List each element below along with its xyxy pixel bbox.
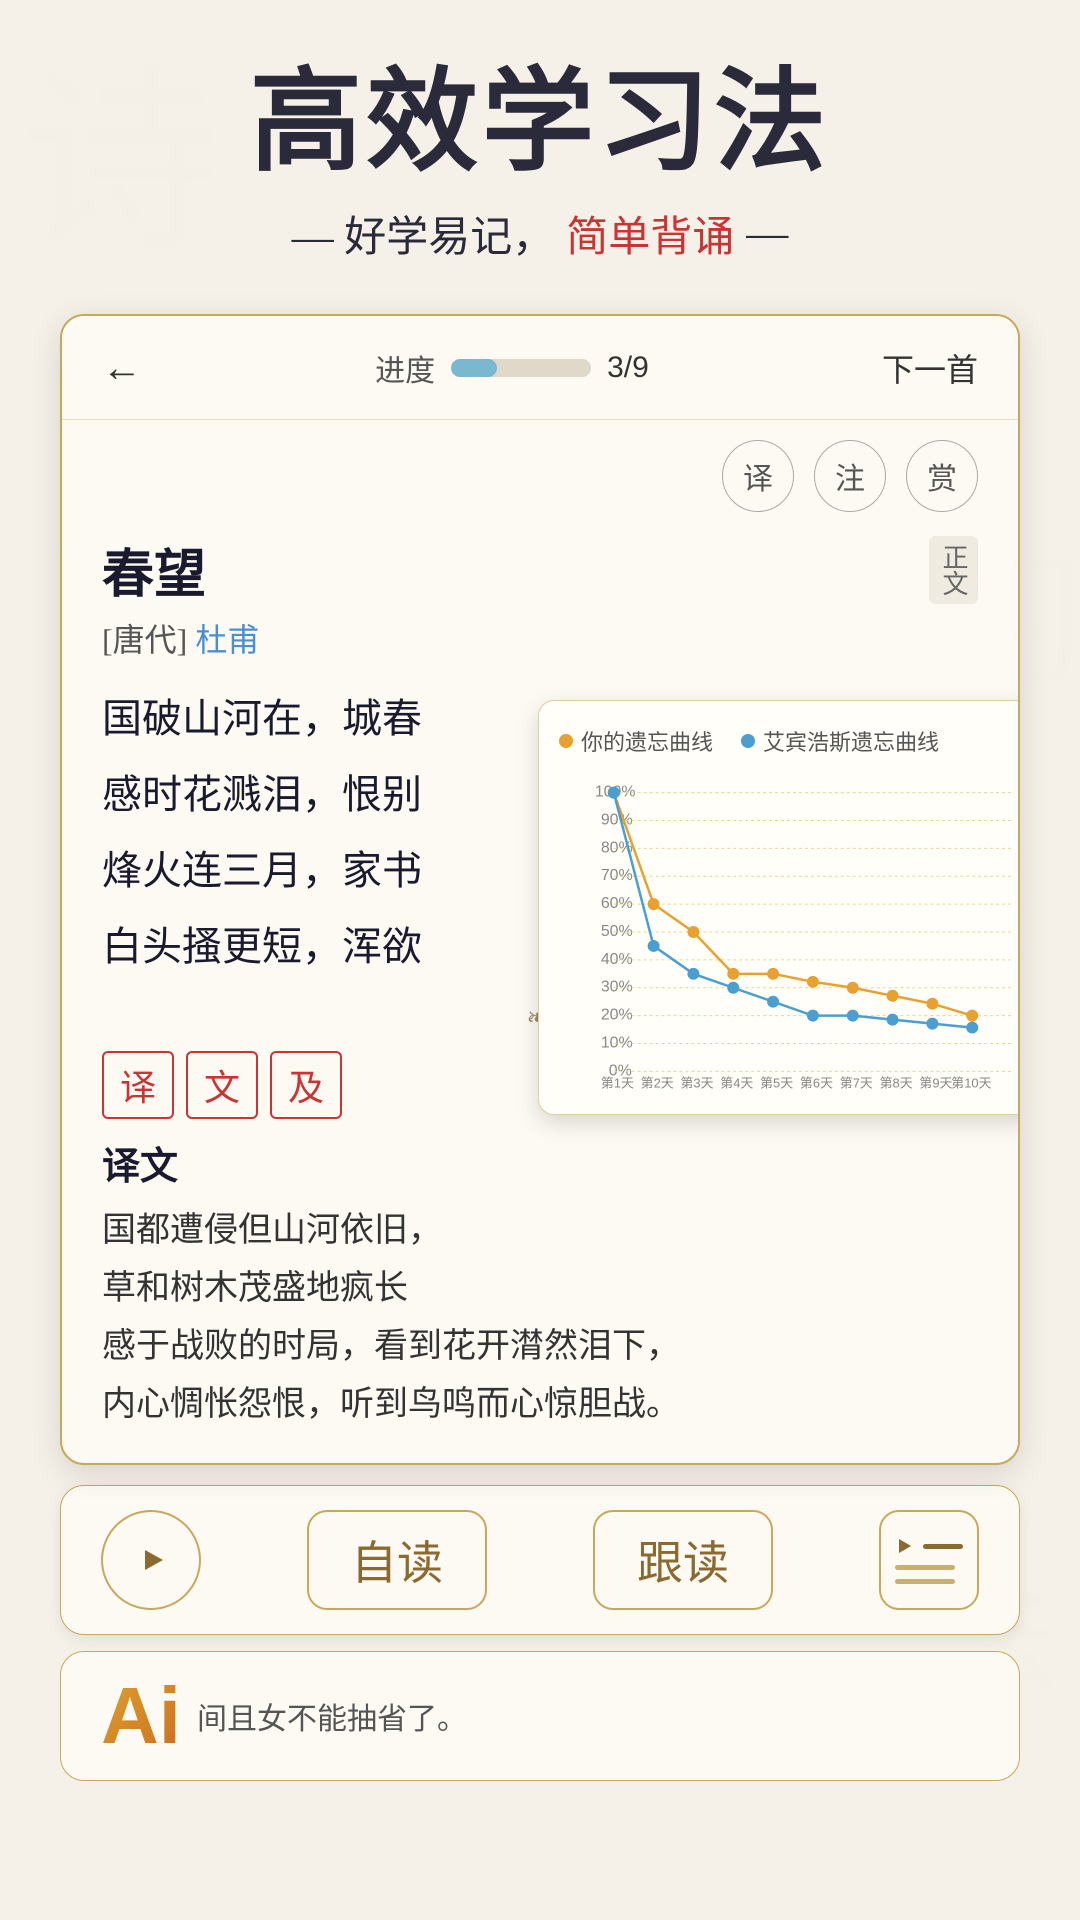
legend-orange: 你的遗忘曲线 — [559, 725, 713, 757]
svg-text:第6天: 第6天 — [800, 1076, 833, 1091]
trans-tag-2[interactable]: 文 — [186, 1051, 258, 1119]
hero-subtitle: — 好学易记， 简单背诵 — — [40, 203, 1040, 264]
svg-text:10%: 10% — [601, 1035, 633, 1052]
poem-title: 春望 — [102, 532, 259, 607]
svg-text:第10天: 第10天 — [951, 1076, 991, 1091]
svg-text:第3天: 第3天 — [680, 1076, 713, 1091]
svg-text:第8天: 第8天 — [880, 1076, 913, 1091]
progress-bar-fill — [451, 359, 497, 377]
svg-text:20%: 20% — [601, 1007, 633, 1024]
play-icon — [131, 1540, 171, 1580]
svg-text:第4天: 第4天 — [720, 1076, 753, 1091]
legend-dot-orange — [559, 734, 573, 748]
legend-dot-blue — [741, 734, 755, 748]
svg-text:第2天: 第2天 — [641, 1076, 674, 1091]
svg-text:60%: 60% — [601, 895, 633, 912]
progress-fraction: 3/9 — [607, 351, 649, 385]
poem-card-body: 译 注 赏 春望 [唐代] 杜甫 正文 — [62, 420, 1018, 1463]
svg-text:90%: 90% — [601, 812, 633, 829]
svg-text:第1天: 第1天 — [601, 1076, 634, 1091]
appreciate-button[interactable]: 赏 — [906, 440, 978, 512]
script-button[interactable] — [879, 1510, 979, 1610]
poem-card: ← 进度 3/9 下一首 译 注 赏 — [60, 314, 1020, 1465]
cards-container: ← 进度 3/9 下一首 译 注 赏 — [60, 314, 1020, 1781]
forgetting-curve-chart: 你的遗忘曲线 艾宾浩斯遗忘曲线 .grid-line { stroke: #e8… — [538, 700, 1020, 1115]
subtitle-highlight: 简单背诵 — [566, 203, 734, 264]
play-icon-circle[interactable] — [101, 1510, 201, 1610]
hero-section: 高效学习法 — 好学易记， 简单背诵 — — [0, 0, 1080, 294]
svg-text:30%: 30% — [601, 979, 633, 996]
subtitle-left: — 好学易记， — [292, 203, 555, 264]
chart-legend: 你的遗忘曲线 艾宾浩斯遗忘曲线 — [559, 725, 1017, 757]
poem-title-row: 春望 [唐代] 杜甫 正文 — [102, 532, 978, 661]
poem-title-left: 春望 [唐代] 杜甫 — [102, 532, 259, 661]
ai-badge: Ai — [101, 1676, 181, 1756]
poem-author: [唐代] 杜甫 — [102, 615, 259, 661]
svg-text:70%: 70% — [601, 867, 633, 884]
self-read-button[interactable]: 自读 — [307, 1510, 487, 1610]
legend-blue: 艾宾浩斯遗忘曲线 — [741, 725, 939, 757]
progress-area: 进度 3/9 — [375, 346, 649, 390]
self-read-label[interactable]: 自读 — [307, 1510, 487, 1610]
trans-tag-3[interactable]: 及 — [270, 1051, 342, 1119]
poem-card-header: ← 进度 3/9 下一首 — [62, 316, 1018, 420]
bottom-toolbar: 自读 跟读 — [60, 1485, 1020, 1635]
svg-text:第5天: 第5天 — [760, 1076, 793, 1091]
next-button[interactable]: 下一首 — [882, 345, 978, 391]
ai-section[interactable]: Ai 间且女不能抽省了。 — [60, 1651, 1020, 1781]
script-icon[interactable] — [879, 1510, 979, 1610]
hero-title: 高效学习法 — [40, 60, 1040, 183]
poem-mode-tag: 正文 — [929, 536, 978, 604]
back-button[interactable]: ← — [102, 344, 142, 391]
poem-dynasty: [唐代] — [102, 622, 187, 658]
translate-button[interactable]: 译 — [722, 440, 794, 512]
annotate-button[interactable]: 注 — [814, 440, 886, 512]
mini-play-icon — [895, 1536, 915, 1556]
progress-label: 进度 — [375, 346, 435, 390]
translation-section: 译文 国都遭侵但山河依旧， 草和树木茂盛地疯长 感于战败的时局，看到花开潸然泪下… — [102, 1135, 978, 1433]
svg-text:40%: 40% — [601, 951, 633, 968]
ai-description: 间且女不能抽省了。 — [197, 1694, 467, 1738]
play-button[interactable] — [101, 1510, 201, 1610]
legend-label-orange: 你的遗忘曲线 — [581, 725, 713, 757]
poem-author-name: 杜甫 — [195, 622, 259, 658]
trans-tag-1[interactable]: 译 — [102, 1051, 174, 1119]
subtitle-right: — — [746, 210, 788, 258]
legend-label-blue: 艾宾浩斯遗忘曲线 — [763, 725, 939, 757]
chart-svg: .grid-line { stroke: #e8d890; stroke-wid… — [559, 773, 1017, 1093]
svg-text:50%: 50% — [601, 923, 633, 940]
progress-bar — [451, 359, 591, 377]
translation-text: 国都遭侵但山河依旧， 草和树木茂盛地疯长 感于战败的时局，看到花开潸然泪下， 内… — [102, 1202, 978, 1433]
follow-read-label[interactable]: 跟读 — [593, 1510, 773, 1610]
action-buttons: 译 注 赏 — [102, 440, 978, 512]
follow-read-button[interactable]: 跟读 — [593, 1510, 773, 1610]
translation-title: 译文 — [102, 1135, 978, 1190]
svg-text:第9天: 第9天 — [919, 1076, 952, 1091]
svg-text:第7天: 第7天 — [840, 1076, 873, 1091]
